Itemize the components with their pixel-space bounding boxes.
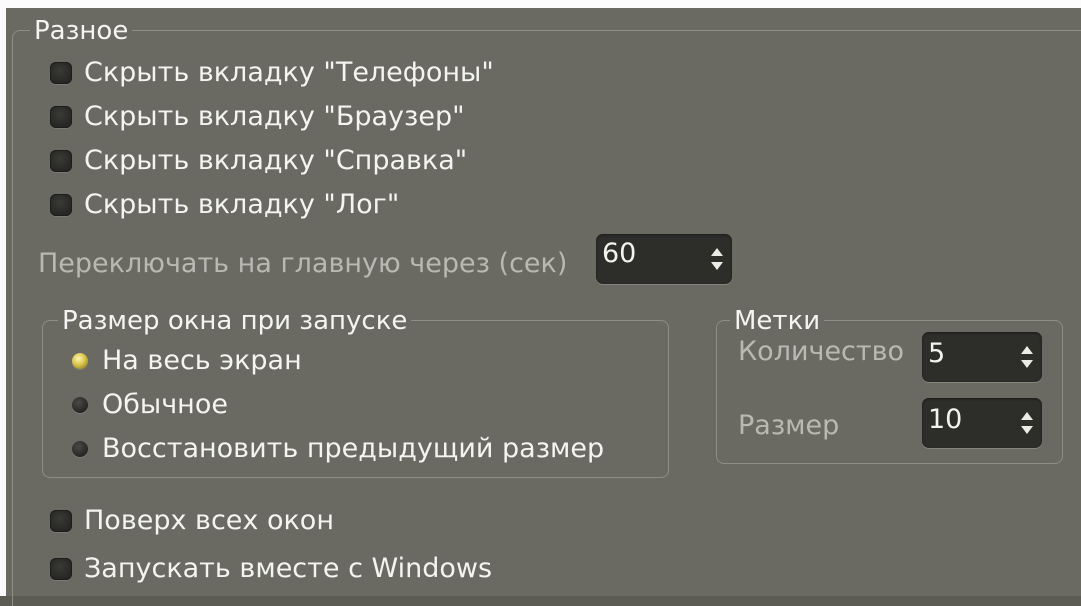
switch-to-main-label: Переключать на главную через (сек) xyxy=(38,248,568,279)
checkbox-start-with-windows[interactable]: Запускать вместе с Windows xyxy=(50,552,492,586)
spin-down-icon[interactable] xyxy=(711,262,723,270)
checkbox-label: Запускать вместе с Windows xyxy=(84,553,493,584)
switch-seconds-spinbox[interactable]: 60 xyxy=(596,234,732,284)
marks-count-label: Количество xyxy=(738,336,905,367)
checkbox-box[interactable] xyxy=(50,510,72,532)
marks-size-value[interactable]: 10 xyxy=(928,404,962,435)
checkbox-always-on-top[interactable]: Поверх всех окон xyxy=(50,504,334,538)
switch-seconds-value[interactable]: 60 xyxy=(602,238,636,269)
checkbox-box[interactable] xyxy=(50,558,72,580)
checkbox-box[interactable] xyxy=(50,62,72,84)
checkbox-hide-browser[interactable]: Скрыть вкладку "Браузер" xyxy=(50,100,465,134)
radio-button[interactable] xyxy=(72,441,88,457)
spin-up-icon[interactable] xyxy=(711,248,723,256)
checkbox-hide-phones[interactable]: Скрыть вкладку "Телефоны" xyxy=(50,56,494,90)
marks-group-title: Метки xyxy=(730,306,825,336)
spin-up-icon[interactable] xyxy=(1021,412,1033,420)
spin-arrows[interactable] xyxy=(1020,332,1034,382)
radio-normal[interactable]: Обычное xyxy=(72,388,228,422)
checkbox-box[interactable] xyxy=(50,106,72,128)
checkbox-box[interactable] xyxy=(50,194,72,216)
marks-size-spinbox[interactable]: 10 xyxy=(922,398,1042,448)
settings-panel: Разное Скрыть вкладку "Телефоны" Скрыть … xyxy=(0,0,1081,606)
window-size-group-title: Размер окна при запуске xyxy=(58,306,412,336)
marks-size-label: Размер xyxy=(738,410,840,441)
misc-group-title: Разное xyxy=(30,16,133,46)
radio-label: Восстановить предыдущий размер xyxy=(102,433,605,464)
radio-button[interactable] xyxy=(72,353,88,369)
checkbox-hide-help[interactable]: Скрыть вкладку "Справка" xyxy=(50,144,467,178)
spin-arrows[interactable] xyxy=(710,234,724,284)
radio-fullscreen[interactable]: На весь экран xyxy=(72,344,302,378)
marks-count-spinbox[interactable]: 5 xyxy=(922,332,1042,382)
frame-top-edge xyxy=(0,0,1081,8)
radio-restore-previous[interactable]: Восстановить предыдущий размер xyxy=(72,432,604,466)
checkbox-label: Скрыть вкладку "Лог" xyxy=(84,189,400,220)
frame-left-edge xyxy=(0,0,6,606)
radio-label: На весь экран xyxy=(102,345,302,376)
spin-down-icon[interactable] xyxy=(1021,360,1033,368)
marks-count-value[interactable]: 5 xyxy=(928,338,945,369)
radio-button[interactable] xyxy=(72,397,88,413)
spin-up-icon[interactable] xyxy=(1021,346,1033,354)
spin-down-icon[interactable] xyxy=(1021,426,1033,434)
checkbox-box[interactable] xyxy=(50,150,72,172)
checkbox-label: Скрыть вкладку "Телефоны" xyxy=(84,57,494,88)
checkbox-label: Скрыть вкладку "Справка" xyxy=(84,145,468,176)
checkbox-label: Поверх всех окон xyxy=(84,505,334,536)
radio-label: Обычное xyxy=(102,389,228,420)
checkbox-label: Скрыть вкладку "Браузер" xyxy=(84,101,465,132)
checkbox-hide-log[interactable]: Скрыть вкладку "Лог" xyxy=(50,188,399,222)
spin-arrows[interactable] xyxy=(1020,398,1034,448)
